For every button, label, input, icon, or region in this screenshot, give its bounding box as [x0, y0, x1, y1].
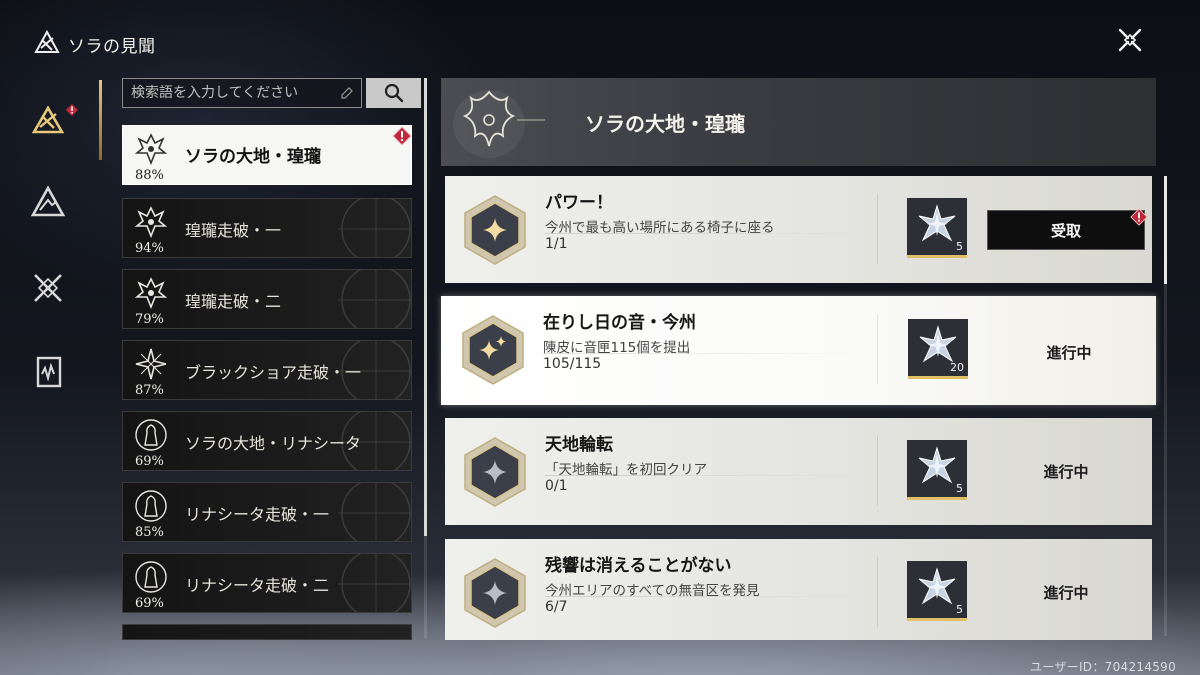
region-item[interactable]: 79% 瑝瓏走破・二 [122, 269, 412, 329]
achievement-status: 進行中 [1046, 344, 1092, 362]
reward-item[interactable]: 5 [907, 440, 967, 500]
region-name: ブラックショア走破・一 [185, 363, 362, 382]
achievement-progress: 6/7 [545, 599, 568, 615]
region-item[interactable]: 88% ソラの大地・瑝瓏 [122, 125, 412, 185]
reward-item[interactable]: 5 [907, 561, 967, 621]
region-list-scrollbar[interactable] [424, 78, 427, 536]
search-field[interactable] [122, 78, 362, 108]
astrite-crystal-icon [918, 446, 956, 484]
nav-active-indicator [99, 80, 102, 160]
dragon-emblem-icon [134, 133, 168, 166]
compass-decoration-icon [338, 199, 411, 257]
region-item[interactable]: 85% リナシータ走破・一 [122, 482, 412, 542]
region-percent: 69% [135, 454, 164, 469]
dragon-crest-icon [453, 90, 545, 158]
star-hexagon-icon [464, 558, 526, 628]
achievement-progress: 105/115 [543, 356, 602, 372]
achievement-title: 残響は消えることがない [545, 556, 732, 576]
alert-badge-icon [66, 104, 78, 116]
region-name: 瑝瓏走破・二 [185, 292, 282, 311]
astrite-crystal-icon [918, 204, 956, 242]
achievement-card[interactable]: 天地輪転 「天地輪転」を初回クリア 0/1 5 進行中 [445, 418, 1152, 525]
reward-divider [877, 557, 878, 627]
region-item-partial[interactable] [122, 624, 412, 640]
achievement-status: 進行中 [1043, 463, 1089, 481]
region-percent: 94% [135, 241, 164, 256]
alert-badge-icon [392, 126, 412, 146]
sparkle-hexagon-icon [462, 315, 524, 385]
region-name: リナシータ走破・二 [185, 576, 330, 595]
region-percent: 79% [135, 312, 164, 327]
claim-button[interactable]: 受取 [987, 210, 1145, 250]
region-item[interactable]: 69% ソラの大地・リナシータ [122, 411, 412, 471]
reward-count: 5 [956, 482, 963, 495]
achievement-card[interactable]: 在りし日の音・今州 陳皮に音匣115個を提出 105/115 20 進行中 [441, 296, 1156, 405]
reward-divider [877, 436, 878, 506]
nav-tab-combat[interactable] [22, 262, 74, 314]
search-input[interactable] [131, 83, 331, 103]
achievement-title: パワー！ [545, 193, 613, 213]
achievement-description: 陳皮に音匣115個を提出 [543, 340, 691, 356]
region-name: ソラの大地・瑝瓏 [185, 147, 321, 167]
reward-item[interactable]: 5 [907, 198, 967, 258]
region-name: 瑝瓏走破・一 [185, 221, 282, 240]
nav-tab-mountain[interactable] [22, 176, 74, 228]
book-icon [36, 356, 62, 388]
region-name: ソラの大地・リナシータ [185, 434, 362, 453]
reward-item[interactable]: 20 [908, 319, 968, 379]
reward-count: 5 [956, 603, 963, 616]
region-item[interactable]: 94% 瑝瓏走破・一 [122, 198, 412, 258]
star-hexagon-icon [464, 437, 526, 507]
search-icon [384, 83, 403, 103]
close-button[interactable] [1114, 24, 1146, 56]
compass-decoration-icon [338, 554, 411, 612]
region-title: ソラの大地・瑝瓏 [585, 112, 745, 136]
reward-divider [877, 194, 878, 264]
region-percent: 85% [135, 525, 164, 540]
achievement-progress: 0/1 [545, 478, 568, 494]
achievement-title: 在りし日の音・今州 [543, 313, 696, 333]
region-item[interactable]: 69% リナシータ走破・二 [122, 553, 412, 613]
region-percent: 88% [135, 168, 164, 183]
statue-emblem-icon [135, 490, 167, 522]
achievement-status: 進行中 [1043, 584, 1089, 602]
region-percent: 69% [135, 596, 164, 611]
exploration-icon [31, 105, 65, 134]
achievement-title: 天地輪転 [545, 435, 613, 455]
mountain-icon [30, 185, 66, 217]
statue-emblem-icon [135, 419, 167, 451]
region-percent: 87% [135, 383, 164, 398]
reward-count: 5 [956, 240, 963, 253]
achievement-card[interactable]: 残響は消えることがない 今州エリアのすべての無音区を発見 6/7 5 進行中 [445, 539, 1152, 640]
page-title: ソラの見聞 [68, 37, 156, 57]
region-name: リナシータ走破・一 [185, 505, 330, 524]
alert-badge-icon [1130, 208, 1148, 226]
dragon-emblem-icon [134, 206, 168, 239]
astrite-crystal-icon [918, 567, 956, 605]
achievement-description: 「天地輪転」を初回クリア [545, 462, 707, 478]
game-logo-icon [34, 29, 60, 53]
compass-decoration-icon [338, 483, 411, 541]
nav-tab-records[interactable] [22, 346, 74, 398]
region-item[interactable]: 87% ブラックショア走破・一 [122, 340, 412, 400]
achievement-list-scrollbar[interactable] [1164, 176, 1167, 284]
reward-divider [877, 314, 878, 384]
compass-decoration-icon [338, 270, 411, 328]
edit-icon [341, 87, 353, 99]
achievement-description: 今州で最も高い場所にある椅子に座る [545, 220, 775, 236]
statue-emblem-icon [135, 561, 167, 593]
nav-tab-exploration[interactable] [22, 94, 74, 146]
region-header: ソラの大地・瑝瓏 [441, 78, 1156, 166]
achievement-progress: 1/1 [545, 236, 568, 252]
astrite-crystal-icon [919, 325, 957, 363]
search-button[interactable] [366, 78, 421, 108]
user-id-label: ユーザーID：704214590 [1030, 660, 1177, 674]
sparkle-hexagon-icon [464, 195, 526, 265]
dragon-emblem-icon [134, 277, 168, 310]
achievement-description: 今州エリアのすべての無音区を発見 [545, 583, 760, 599]
achievement-card[interactable]: パワー！ 今州で最も高い場所にある椅子に座る 1/1 5 受取 [445, 176, 1152, 283]
crossed-swords-icon [34, 274, 62, 302]
reward-count: 20 [950, 361, 964, 374]
flower-emblem-icon [135, 348, 167, 380]
